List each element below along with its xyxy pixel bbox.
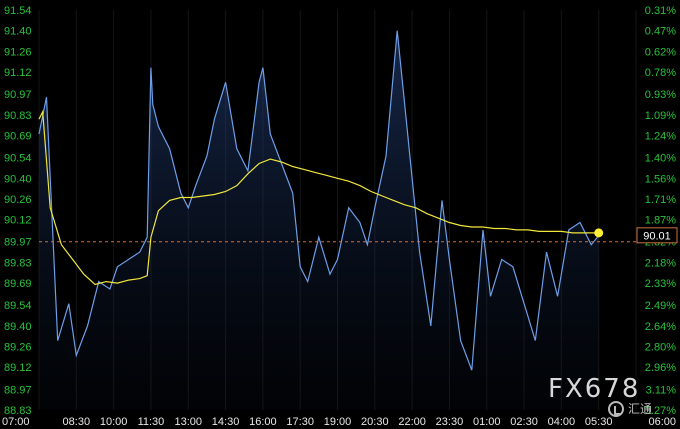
pct-tick-label: 2.80% — [645, 342, 676, 354]
intraday-chart: 91.54 91.40 91.26 91.12 90.97 90.83 90.69 90.54… — [0, 0, 680, 429]
pct-tick-label: 2.18% — [645, 257, 676, 269]
current-price-label: 90.01 — [643, 230, 671, 242]
x-tick-label: 13:00 — [174, 416, 202, 428]
y-tick-label: 89.83 — [4, 257, 32, 269]
pct-tick-label: 1.71% — [645, 194, 676, 206]
pct-tick-label: 1.87% — [645, 215, 676, 227]
x-tick-label: 23:30 — [436, 416, 464, 428]
y-tick-label: 89.97 — [4, 237, 32, 249]
x-tick-label: 05:30 — [585, 416, 613, 428]
x-tick-label: 08:30 — [63, 416, 91, 428]
y-tick-label: 89.69 — [4, 278, 32, 290]
price-area-fill — [39, 30, 599, 410]
pct-tick-label: 1.40% — [645, 153, 676, 165]
x-tick-label: 07:00 — [2, 416, 30, 428]
y-tick-label: 89.40 — [4, 321, 32, 333]
x-tick-label: 14:30 — [212, 416, 240, 428]
pct-tick-label: 0.78% — [645, 67, 676, 79]
watermark-sub: 汇通 — [608, 400, 652, 417]
y-tick-label: 90.12 — [4, 215, 32, 227]
x-tick-label: 22:00 — [398, 416, 426, 428]
x-tick-label: 16:00 — [249, 416, 277, 428]
y-tick-label: 90.40 — [4, 173, 32, 185]
x-tick-label: 20:30 — [361, 416, 389, 428]
y-tick-label: 89.54 — [4, 300, 32, 312]
pct-tick-label: 3.11% — [646, 384, 677, 396]
x-tick-label: 11:30 — [138, 416, 165, 428]
fx678-logo-icon — [608, 400, 624, 417]
pct-tick-label: 0.62% — [645, 46, 676, 58]
x-tick-label: 10:00 — [100, 416, 128, 428]
pct-tick-label: 1.24% — [645, 130, 676, 142]
price-area — [39, 30, 599, 410]
pct-tick-label: 2.49% — [645, 300, 676, 312]
y-tick-label: 89.12 — [4, 362, 32, 374]
percent-axis: 0.31% 0.47% 0.62% 0.78% 0.93% 1.09% 1.24% 1.40%… — [645, 5, 676, 417]
x-tick-label: 19:00 — [324, 416, 352, 428]
pct-tick-label: 0.31% — [645, 5, 676, 17]
y-tick-label: 91.26 — [4, 46, 32, 58]
y-tick-label: 90.54 — [4, 153, 32, 165]
pct-tick-label: 0.47% — [645, 26, 676, 38]
y-tick-label: 89.26 — [4, 342, 32, 354]
y-tick-label: 88.97 — [4, 384, 32, 396]
y-tick-label: 90.83 — [4, 110, 32, 122]
chart-svg: 91.54 91.40 91.26 91.12 90.97 90.83 90.69 90.54… — [2, 5, 678, 428]
x-tick-label: 02:30 — [510, 416, 538, 428]
y-tick-label: 90.26 — [4, 194, 32, 206]
pct-tick-label: 2.33% — [645, 278, 676, 290]
x-tick-label: 01:00 — [473, 416, 501, 428]
y-tick-label: 91.54 — [4, 5, 32, 17]
watermark-sub-text: 汇通 — [628, 402, 653, 416]
y-axis: 91.54 91.40 91.26 91.12 90.97 90.83 90.69 90.54… — [4, 5, 32, 417]
y-tick-label: 91.12 — [4, 67, 32, 79]
x-tick-label: 17:30 — [286, 416, 314, 428]
average-endpoint-dot — [594, 228, 604, 238]
pct-tick-label: 0.93% — [645, 89, 676, 101]
y-tick-label: 91.40 — [4, 26, 32, 38]
pct-tick-label: 2.64% — [645, 321, 676, 333]
pct-tick-label: 1.09% — [645, 110, 676, 122]
pct-tick-label: 1.56% — [645, 173, 676, 185]
y-tick-label: 90.97 — [4, 89, 32, 101]
x-tick-label: 06:00 — [648, 416, 676, 428]
x-axis: 07:00 08:30 10:00 11:30 13:00 14:30 16:00 17:30… — [2, 416, 676, 428]
x-tick-label: 04:00 — [548, 416, 576, 428]
y-tick-label: 90.69 — [4, 130, 32, 142]
pct-tick-label: 2.96% — [645, 362, 676, 374]
